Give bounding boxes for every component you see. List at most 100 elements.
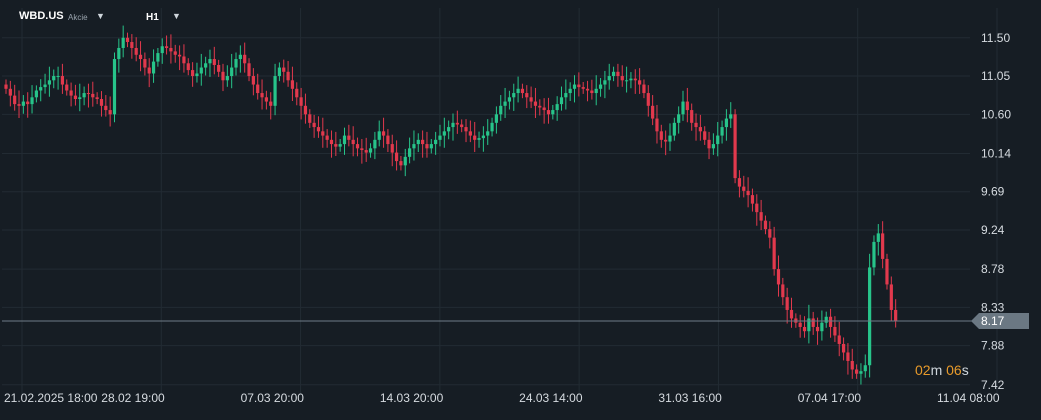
candle-body[interactable] bbox=[737, 178, 742, 187]
candle-body[interactable] bbox=[685, 101, 689, 111]
candle-body[interactable] bbox=[698, 127, 702, 132]
candle-body[interactable] bbox=[750, 195, 755, 204]
candle-body[interactable] bbox=[191, 70, 195, 77]
candle-body[interactable] bbox=[620, 76, 624, 81]
candle-body[interactable] bbox=[551, 110, 555, 115]
candle-body[interactable] bbox=[815, 326, 820, 332]
candle-body[interactable] bbox=[217, 64, 221, 72]
candle-body[interactable] bbox=[303, 105, 308, 115]
candle-body[interactable] bbox=[308, 114, 312, 123]
candle-body[interactable] bbox=[542, 107, 546, 111]
timeframe-selector[interactable]: H1 bbox=[146, 12, 159, 23]
candle-body[interactable] bbox=[885, 258, 889, 285]
candle-body[interactable] bbox=[677, 114, 681, 123]
candle-body[interactable] bbox=[386, 135, 390, 145]
candle-body[interactable] bbox=[464, 127, 468, 132]
candle-body[interactable] bbox=[225, 76, 229, 81]
candle-body[interactable] bbox=[659, 131, 663, 140]
candle-body[interactable] bbox=[86, 93, 91, 95]
candle-body[interactable] bbox=[381, 131, 386, 136]
candle-body[interactable] bbox=[477, 138, 481, 140]
candle-body[interactable] bbox=[711, 144, 715, 149]
candle-body[interactable] bbox=[147, 67, 151, 74]
candle-body[interactable] bbox=[238, 54, 242, 60]
candle-body[interactable] bbox=[351, 139, 355, 145]
candle-body[interactable] bbox=[117, 47, 121, 60]
candle-body[interactable] bbox=[520, 88, 525, 94]
candle-body[interactable] bbox=[160, 46, 164, 54]
candle-body[interactable] bbox=[312, 122, 316, 128]
candle-body[interactable] bbox=[390, 144, 394, 153]
candle-body[interactable] bbox=[828, 316, 833, 327]
candle-body[interactable] bbox=[368, 148, 373, 153]
candle-body[interactable] bbox=[781, 284, 785, 298]
candle-body[interactable] bbox=[546, 110, 551, 115]
candle-body[interactable] bbox=[611, 71, 616, 77]
candle-body[interactable] bbox=[138, 54, 143, 60]
candle-body[interactable] bbox=[221, 71, 225, 81]
candle-body[interactable] bbox=[447, 127, 451, 132]
candle-body[interactable] bbox=[846, 352, 850, 361]
candle-body[interactable] bbox=[820, 322, 824, 332]
candle-body[interactable] bbox=[204, 63, 208, 68]
candle-body[interactable] bbox=[707, 139, 711, 149]
candle-body[interactable] bbox=[112, 59, 117, 115]
candle-body[interactable] bbox=[256, 84, 260, 94]
candle-body[interactable] bbox=[690, 110, 694, 123]
candle-body[interactable] bbox=[694, 122, 698, 128]
candle-body[interactable] bbox=[503, 101, 507, 106]
candle-body[interactable] bbox=[360, 148, 364, 151]
candle-body[interactable] bbox=[247, 63, 251, 77]
candle-body[interactable] bbox=[421, 139, 425, 145]
candle-body[interactable] bbox=[260, 93, 264, 98]
candle-body[interactable] bbox=[373, 139, 377, 149]
candle-body[interactable] bbox=[408, 148, 412, 157]
candle-body[interactable] bbox=[837, 335, 841, 344]
candle-body[interactable] bbox=[377, 131, 381, 140]
candle-body[interactable] bbox=[703, 131, 707, 140]
candle-body[interactable] bbox=[208, 59, 212, 64]
candle-body[interactable] bbox=[863, 365, 867, 372]
candle-body[interactable] bbox=[186, 63, 190, 71]
candle-body[interactable] bbox=[724, 118, 729, 128]
candle-body[interactable] bbox=[486, 131, 490, 136]
candle-body[interactable] bbox=[108, 110, 112, 115]
candle-body[interactable] bbox=[230, 67, 234, 77]
candle-body[interactable] bbox=[277, 67, 282, 77]
candle-body[interactable] bbox=[451, 122, 455, 128]
candle-body[interactable] bbox=[473, 135, 477, 140]
candle-body[interactable] bbox=[872, 241, 876, 268]
candle-body[interactable] bbox=[559, 97, 564, 105]
candle-body[interactable] bbox=[403, 156, 407, 166]
candle-body[interactable] bbox=[672, 122, 676, 136]
candle-body[interactable] bbox=[121, 37, 125, 48]
candle-body[interactable] bbox=[638, 80, 642, 85]
candle-body[interactable] bbox=[438, 135, 442, 140]
candle-body[interactable] bbox=[99, 99, 104, 106]
timeframe-chevron-down-icon[interactable]: ▼ bbox=[172, 11, 181, 21]
candle-body[interactable] bbox=[533, 101, 538, 106]
candle-body[interactable] bbox=[855, 369, 859, 374]
candle-body[interactable] bbox=[616, 71, 620, 77]
candle-body[interactable] bbox=[316, 127, 321, 132]
candle-body[interactable] bbox=[273, 76, 277, 106]
candle-body[interactable] bbox=[43, 84, 47, 88]
candle-body[interactable] bbox=[664, 139, 668, 142]
candle-body[interactable] bbox=[34, 90, 38, 98]
candle-body[interactable] bbox=[56, 76, 60, 78]
candle-body[interactable] bbox=[811, 318, 815, 327]
candle-body[interactable] bbox=[169, 47, 173, 52]
candle-body[interactable] bbox=[130, 42, 134, 48]
candle-body[interactable] bbox=[889, 284, 893, 310]
candle-body[interactable] bbox=[177, 54, 182, 57]
candle-body[interactable] bbox=[668, 135, 672, 142]
candle-body[interactable] bbox=[13, 95, 17, 105]
candle-body[interactable] bbox=[859, 371, 863, 374]
candle-body[interactable] bbox=[572, 84, 577, 89]
candle-body[interactable] bbox=[772, 237, 776, 270]
candle-body[interactable] bbox=[507, 97, 512, 102]
candle-body[interactable] bbox=[516, 88, 520, 94]
candle-body[interactable] bbox=[763, 220, 768, 230]
candle-body[interactable] bbox=[481, 135, 485, 139]
candle-body[interactable] bbox=[568, 88, 572, 94]
